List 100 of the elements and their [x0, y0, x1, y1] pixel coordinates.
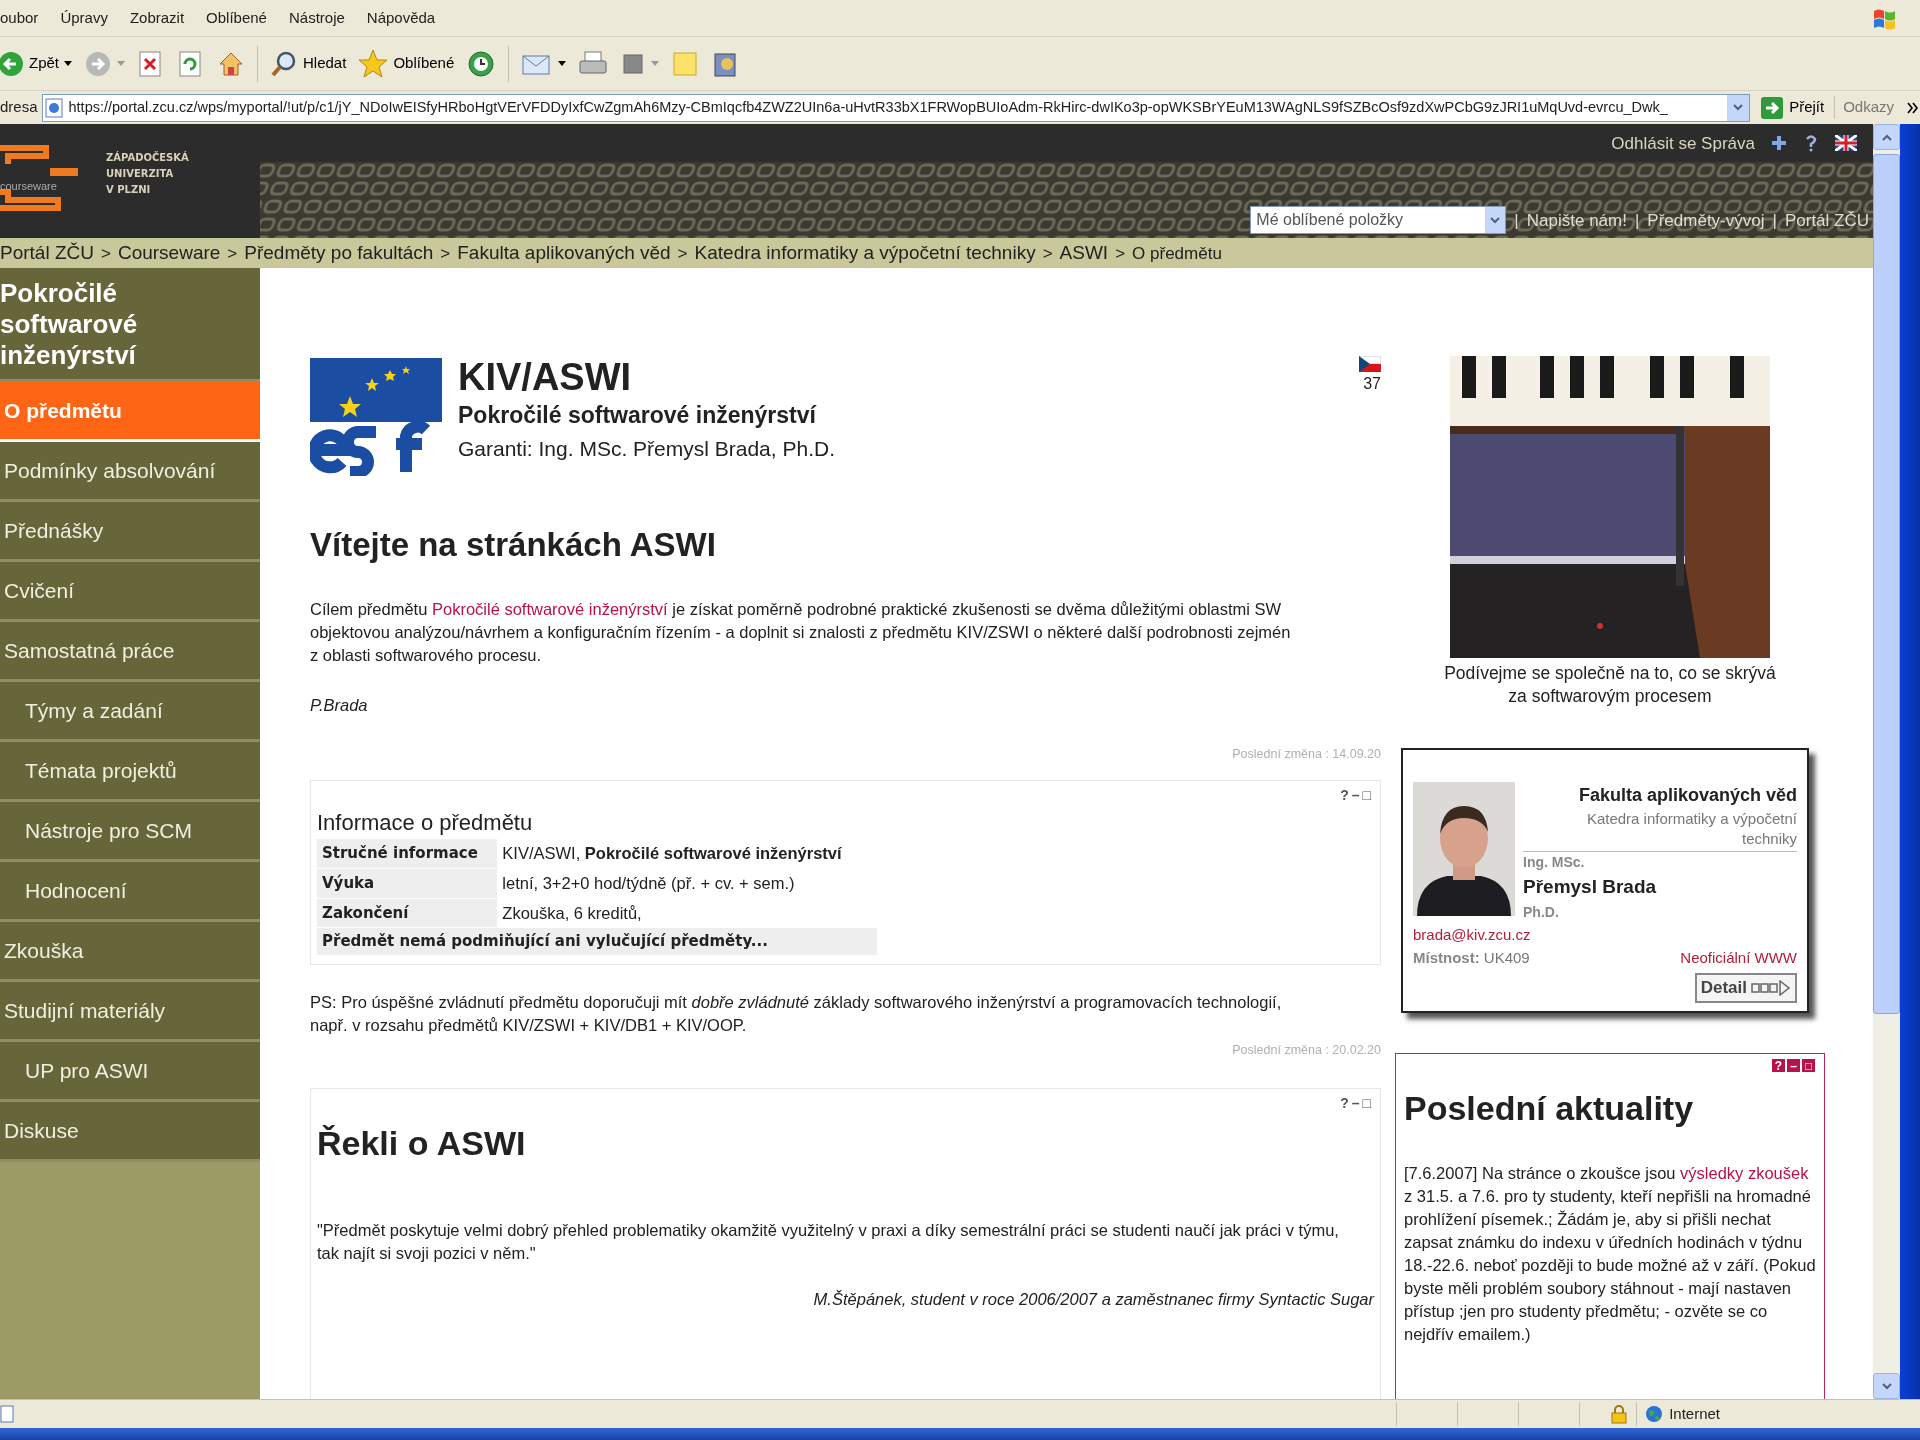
scrollbar[interactable]	[1873, 124, 1900, 1400]
table-cell: letní, 3+2+0 hod/týdně (př. + cv. + sem.)	[497, 868, 877, 899]
zone-label: Internet	[1669, 1403, 1720, 1424]
clock-icon	[466, 48, 497, 79]
links-label[interactable]: Odkazy	[1834, 96, 1902, 119]
course-name: Pokročilé softwarové inženýrství	[458, 401, 818, 431]
academic-title: Ing. MSc.	[1523, 853, 1586, 873]
sidebar-item[interactable]: Diskuse	[0, 1102, 260, 1163]
chevron-right-icon	[1906, 100, 1920, 115]
logout-link[interactable]: Odhlásit se Správa	[1611, 130, 1755, 157]
last-change-text: Poslední změna : 20.02.20	[1232, 1042, 1381, 1057]
breadcrumb-link[interactable]: Portál ZČU	[0, 239, 94, 268]
portlet-control[interactable]: –	[1351, 1092, 1363, 1114]
scroll-thumb[interactable]	[1873, 154, 1900, 1015]
counter: 37	[1363, 374, 1381, 395]
sidebar-item[interactable]: Samostatná práce	[0, 622, 260, 683]
star-icon	[358, 48, 389, 79]
help-icon[interactable]	[1803, 134, 1819, 153]
logo[interactable]: courseware	[0, 134, 90, 215]
signature: P.Brada	[310, 694, 369, 716]
dropdown-button[interactable]	[1727, 94, 1750, 121]
sidebar-item[interactable]: Hodnocení	[0, 862, 260, 923]
portlet-control[interactable]: ?	[1340, 1092, 1352, 1114]
menu-item[interactable]: Úpravy	[49, 6, 119, 30]
breadcrumb-separator: >	[100, 242, 111, 265]
sidebar-item[interactable]: Podmínky absolvování	[0, 442, 260, 503]
plus-icon[interactable]	[1771, 135, 1787, 152]
go-button[interactable]: Přejít	[1754, 95, 1831, 120]
portlet-control[interactable]: ?	[1340, 785, 1352, 807]
sidebar-item[interactable]: Studijní materiály	[0, 982, 260, 1043]
room-info: Místnost: UK409	[1413, 947, 1530, 968]
portlet-control[interactable]: □	[1362, 1092, 1374, 1114]
breadcrumb-link[interactable]: Courseware	[117, 239, 221, 268]
back-arrow-icon	[0, 50, 24, 77]
person-name: Přemysl Brada	[1523, 875, 1658, 900]
header-link[interactable]: Portál ZČU	[1784, 207, 1869, 234]
link-separator: |	[1772, 209, 1777, 232]
course-guarantors: Garanti: Ing. MSc. Přemysl Brada, Ph.D.	[458, 435, 835, 462]
sidebar-item[interactable]: Týmy a zadání	[0, 682, 260, 743]
breadcrumb-separator: >	[440, 242, 451, 265]
sidebar-item[interactable]: Cvičení	[0, 562, 260, 623]
caret-icon	[558, 61, 567, 67]
favorites-select[interactable]: Mé oblíbené položky	[1250, 206, 1507, 235]
photo-caption: Podívejme se společně na to, co se skrývá za softwarovým procesem	[1443, 662, 1777, 709]
sidebar-item[interactable]: Nástroje pro SCM	[0, 802, 260, 863]
search-button[interactable]: Hledat	[266, 47, 351, 80]
department-name: Katedra informatiky a výpočetní techniky	[1523, 809, 1797, 853]
arrow-icon	[1751, 979, 1791, 996]
breadcrumb-link[interactable]: Fakulta aplikovaných věd	[457, 239, 671, 268]
intro-paragraph: Cílem předmětu Pokročilé softwarové inženýrství je získat poměrně podrobné praktické zkušenosti se dvěma důležitými oblastmi SW objektovou analýzou/návrhem a konfiguračním řízením - a doplnit si znalosti z předmětu KIV/ZSWI o některé další podrobnosti zejmén z oblasti softwarového procesu.	[310, 598, 1292, 666]
sidebar-item[interactable]: Přednášky	[0, 502, 260, 563]
page-icon	[0, 1405, 14, 1424]
table-cell: Zakončení	[317, 898, 498, 928]
email-link[interactable]: brada@kiv.zcu.cz	[1413, 925, 1531, 943]
address-label: dresa	[0, 97, 38, 118]
menu-item[interactable]: Nástroje	[277, 6, 356, 30]
detail-button[interactable]: Detail	[1694, 973, 1797, 1003]
caret-icon	[64, 61, 72, 67]
panel-title: Poslední aktuality	[1404, 1087, 1695, 1129]
globe-icon	[1645, 1405, 1664, 1424]
header-link[interactable]: Napište nám!	[1526, 207, 1627, 234]
breadcrumb-link[interactable]: Předměty po fakultách	[244, 239, 434, 268]
faculty-name: Fakulta aplikovaných věd	[1577, 784, 1797, 808]
breadcrumb-link[interactable]: Katedra informatiky a výpočetní techniky	[694, 239, 1036, 268]
lock-icon	[1610, 1404, 1629, 1425]
menu-item[interactable]: Nápověda	[355, 6, 447, 30]
sidebar-title: Pokročilé softwarové inženýrství	[0, 268, 260, 383]
course-code: KIV/ASWI	[458, 356, 633, 399]
menu-item[interactable]: Oblíbené	[195, 6, 278, 30]
sidebar-item[interactable]: Témata projektů	[0, 742, 260, 803]
scroll-down-button[interactable]	[1873, 1373, 1900, 1400]
course-link[interactable]: Pokročilé softwarové inženýrství	[431, 599, 668, 618]
website-link[interactable]: Neoficiální WWW	[1680, 946, 1797, 970]
portlet-control[interactable]: □	[1801, 1057, 1816, 1073]
chevron-down-icon	[1733, 104, 1744, 112]
portlet-control[interactable]: –	[1351, 785, 1363, 807]
table-cell: Předmět nemá podmiňující ani vylučující předměty...	[317, 927, 877, 956]
back-button[interactable]: Zpět	[0, 48, 76, 79]
favorites-button[interactable]: Oblíbené	[354, 46, 459, 81]
portlet-control[interactable]: ?	[1771, 1057, 1786, 1073]
link-separator: |	[1514, 209, 1519, 232]
sidebar-item[interactable]: UP pro ASWI	[0, 1042, 260, 1103]
flag-icon[interactable]	[1835, 135, 1857, 152]
menu-item[interactable]: oubor	[0, 6, 50, 30]
quote-author: M.Štěpánek, student v roce 2006/2007 a zaměstnanec firmy Syntactic Sugar	[813, 1289, 1374, 1308]
sidebar-item[interactable]: Zkouška	[0, 922, 260, 983]
breadcrumb-link[interactable]: ASWI	[1059, 239, 1109, 268]
table-cell: KIV/ASWI, Pokročilé softwarové inženýrství	[497, 839, 877, 869]
table-cell: Zkouška, 6 kreditů,	[497, 898, 877, 928]
header-link[interactable]: Předměty-vývoj	[1647, 207, 1765, 234]
scroll-up-button[interactable]	[1873, 124, 1900, 151]
table-cell: Stručné informace	[317, 839, 498, 869]
portlet-control[interactable]: □	[1362, 785, 1374, 807]
address-field[interactable]: https://portal.zcu.cz/wps/myportal/!ut/p/c1/jY_NDoIwEISfyHRboHgtVErVFDDyIxfCwZgmAh6Mzy-CBmIqcfb4ZWZ2UIn6a-uHvtR33bX1FRWopBUIoAdm-RkHirc-dwIKo3p-opWKSBrYEuM13WAgNLS9fSZBcOsf9zdXwPCbG9zJRI1uMqUvd-evrcu_Dwk_	[41, 93, 1751, 122]
results-link[interactable]: výsledky zkoušek	[1680, 1163, 1809, 1182]
last-change-text: Poslední změna : 14.09.20	[1232, 747, 1381, 762]
menu-item[interactable]: Zobrazit	[118, 6, 196, 30]
university-name: ZÁPADOČESKÁ UNIVERZITA V PLZNI	[106, 150, 189, 198]
academic-title: Ph.D.	[1523, 902, 1560, 922]
portlet-control[interactable]: –	[1786, 1057, 1801, 1073]
